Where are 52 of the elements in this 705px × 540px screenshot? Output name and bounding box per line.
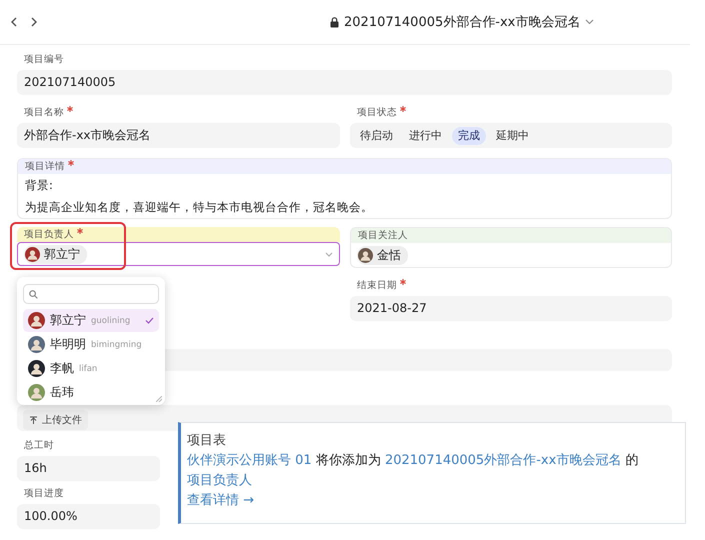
upload-icon [29,416,38,424]
back-icon[interactable] [10,17,18,27]
search-icon [29,290,38,298]
status-option[interactable]: 待启动 [354,126,399,144]
status-option[interactable]: 进行中 [403,126,448,144]
chevron-down-icon[interactable] [585,19,594,25]
input-field[interactable]: 100.00% [17,504,160,529]
field-label: 总工时 [24,439,55,453]
avatar-icon [25,246,40,262]
forward-icon[interactable] [30,17,38,27]
user-tag: 金恬 [357,246,408,264]
avatar-icon [28,384,45,401]
check-icon [145,317,154,324]
avatar-icon [358,248,373,262]
status-option[interactable]: 延期中 [490,126,535,144]
avatar-icon [28,312,45,329]
user-select[interactable]: 金恬 [351,243,671,267]
input-field[interactable]: 16h [17,456,160,481]
details-text: 背景: [24,177,54,194]
user-option[interactable]: 郭立宁 guolining [23,309,159,332]
input-field[interactable]: 外部合作-xx市晚会冠名 [17,123,340,148]
field-label: 项目编号 [24,53,65,67]
user-link[interactable]: 伙伴演示公用账号 01 [187,453,312,468]
field-label: 项目详情 [18,159,671,174]
field-label: 项目名称 [24,106,340,120]
status-option[interactable]: 完成 [452,126,486,144]
user-tag: 郭立宁 [24,244,87,264]
avatar-icon [28,360,45,377]
field-label: 项目关注人 [351,228,671,243]
user-select[interactable]: 郭立宁 [17,242,340,266]
user-option[interactable]: 岳玮 [23,381,159,404]
upload-button[interactable]: 上传文件 [23,410,88,430]
notification-title: 项目表 [187,432,227,450]
record-title: 202107140005外部合作-xx市晚会冠名 [344,14,580,31]
field-label: 项目负责人 [17,227,340,242]
resize-handle-icon[interactable] [156,396,162,402]
input-field[interactable]: 202107140005 [17,70,672,95]
field-label: 项目状态 [357,106,672,120]
field-link[interactable]: 项目负责人 [187,473,252,488]
field-label: 结束日期 [357,279,672,293]
record-link[interactable]: 202107140005外部合作-xx市晚会冠名 [384,453,622,468]
lock-icon [330,16,339,28]
field-label: 项目进度 [24,487,65,501]
details-text: 为提高企业知名度，喜迎端午，特与本市电视台合作，冠名晚会。 [24,199,374,216]
user-option[interactable]: 毕明明 bimingming [23,333,159,356]
notification-message: 伙伴演示公用账号 01 将你添加为 202107140005外部合作-xx市晚会冠名 的 项目负责人 [187,452,640,490]
chevron-down-icon [325,252,333,256]
search-field[interactable] [23,284,159,304]
user-option[interactable]: 李帆 lifan [23,357,159,380]
avatar-icon [28,336,45,353]
input-field[interactable]: 2021-08-27 [350,296,672,321]
details-link[interactable]: 查看详情 → [187,493,254,508]
